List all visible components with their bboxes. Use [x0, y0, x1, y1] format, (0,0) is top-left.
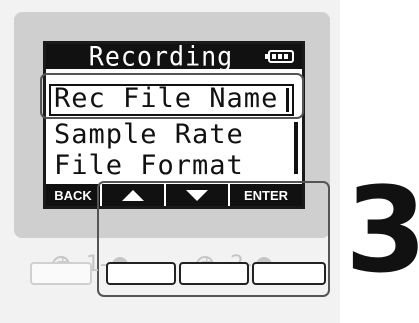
menu-item-sample-rate[interactable]: Sample Rate — [54, 120, 244, 150]
menu-item-file-format[interactable]: File Format — [54, 151, 244, 181]
menu-item-label: File Format — [54, 150, 244, 181]
screen-header: Recording — [46, 41, 302, 72]
softkey-back[interactable]: BACK — [46, 184, 102, 206]
scrollbar[interactable] — [294, 122, 298, 174]
callout-highlight-rec-file-name — [40, 73, 304, 119]
battery-level — [272, 54, 290, 59]
menu-item-label: Sample Rate — [54, 119, 244, 150]
battery-icon — [265, 50, 294, 63]
device-illustration: Recording Rec File Name Sample Rate File… — [0, 0, 419, 323]
function-button-up[interactable] — [106, 262, 176, 285]
function-button-down[interactable] — [179, 262, 249, 285]
screen-title: Recording — [88, 41, 234, 72]
function-button-back[interactable] — [30, 262, 92, 285]
softkey-back-label: BACK — [54, 187, 92, 203]
step-number: 3 — [345, 161, 419, 299]
function-button-enter[interactable] — [252, 262, 326, 285]
